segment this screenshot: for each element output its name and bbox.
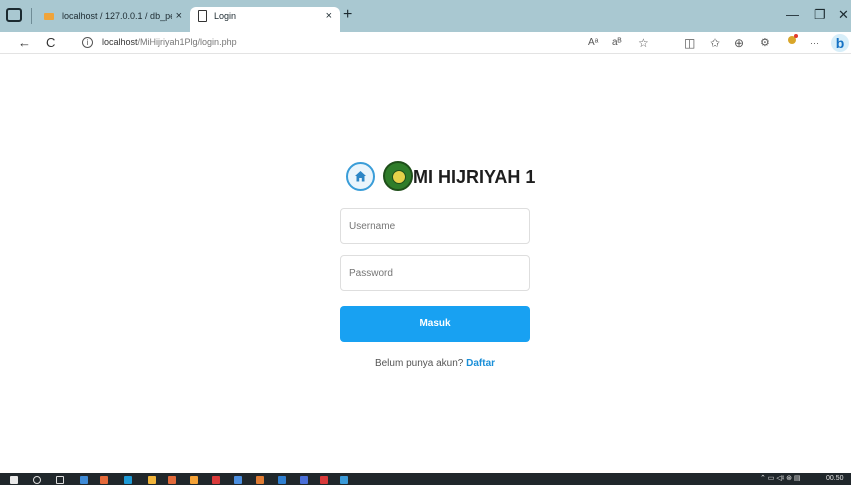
app-icon[interactable] — [212, 476, 220, 484]
site-info-icon[interactable]: i — [82, 37, 93, 48]
username-input[interactable] — [340, 208, 530, 244]
bing-icon[interactable]: b — [831, 34, 849, 52]
tab-actions-icon[interactable] — [6, 8, 22, 22]
translate-icon[interactable]: aᴮ — [612, 35, 622, 51]
edge-icon[interactable] — [124, 476, 132, 484]
profile-icon[interactable] — [788, 34, 798, 44]
home-icon — [355, 171, 366, 182]
more-icon[interactable]: ··· — [810, 35, 819, 51]
favorite-star-icon[interactable]: ☆ — [638, 35, 649, 51]
vscode-icon[interactable] — [278, 476, 286, 484]
app-icon[interactable] — [234, 476, 242, 484]
windows-taskbar: ⌃ ▭ ◁ᵡ ⊛ ▤ 00.50 — [0, 473, 851, 485]
app-icon[interactable] — [190, 476, 198, 484]
phpmyadmin-favicon-icon — [44, 13, 54, 20]
login-button[interactable]: Masuk — [340, 306, 530, 342]
app-icon[interactable] — [256, 476, 264, 484]
app-icon[interactable] — [168, 476, 176, 484]
system-tray-icons[interactable]: ⌃ ▭ ◁ᵡ ⊛ ▤ — [760, 473, 801, 485]
login-page: MI HIJRIYAH 1 Masuk Belum punya akun? Da… — [0, 55, 851, 473]
windows-start-icon[interactable] — [10, 476, 18, 484]
tab-separator — [31, 8, 32, 24]
app-icon[interactable] — [320, 476, 328, 484]
register-text: Belum punya akun? — [374, 358, 464, 369]
clock[interactable]: 00.50 — [826, 473, 844, 485]
split-screen-icon[interactable]: ◫ — [684, 35, 695, 51]
favorites-icon[interactable]: ✩ — [710, 35, 720, 51]
close-window-icon[interactable]: ✕ — [838, 6, 849, 24]
extensions-icon[interactable]: ⚙ — [760, 35, 770, 51]
refresh-icon[interactable]: C — [46, 34, 55, 52]
browser-toolbar: ← C i localhost/MiHijriyah1Plg/login.php… — [0, 32, 851, 54]
read-aloud-icon[interactable]: Aᵃ — [588, 35, 598, 51]
school-name: MI HIJRIYAH 1 — [413, 167, 536, 187]
page-favicon-icon — [198, 10, 207, 22]
search-icon[interactable] — [33, 476, 41, 484]
address-bar[interactable]: i localhost/MiHijriyah1Plg/login.php — [72, 34, 672, 52]
tab-close-icon[interactable]: × — [176, 7, 182, 25]
tab-login[interactable]: Login × — [190, 7, 340, 32]
back-icon[interactable]: ← — [18, 34, 31, 52]
password-input[interactable] — [340, 255, 530, 291]
minimize-icon[interactable]: — — [786, 6, 799, 24]
app-icon[interactable] — [100, 476, 108, 484]
tab-title: Login — [214, 11, 237, 21]
register-link[interactable]: Daftar — [466, 358, 495, 369]
home-button[interactable] — [346, 162, 375, 191]
restore-icon[interactable]: ❐ — [814, 6, 826, 24]
task-view-icon[interactable] — [56, 476, 64, 484]
tab-close-icon[interactable]: × — [326, 7, 332, 25]
folder-icon[interactable] — [148, 476, 156, 484]
collections-icon[interactable]: ⊕ — [734, 35, 744, 51]
school-logo — [383, 161, 413, 191]
file-explorer-icon[interactable] — [80, 476, 88, 484]
tab-title: localhost / 127.0.0.1 / db_pendid — [62, 11, 172, 21]
app-icon[interactable] — [340, 476, 348, 484]
url-text: localhost/MiHijriyah1Plg/login.php — [102, 37, 237, 47]
register-prompt: Belum punya akun? Daftar — [0, 358, 851, 369]
new-tab-button[interactable]: + — [343, 6, 352, 24]
browser-tab-bar: localhost / 127.0.0.1 / db_pendid × Logi… — [0, 0, 851, 32]
tab-phpmyadmin[interactable]: localhost / 127.0.0.1 / db_pendid × — [38, 7, 190, 32]
app-icon[interactable] — [300, 476, 308, 484]
